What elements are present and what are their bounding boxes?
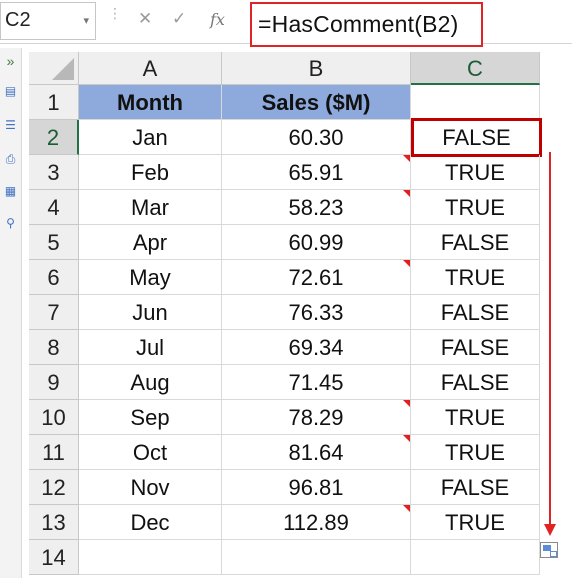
cell-b13-value: 112.89 bbox=[283, 510, 349, 535]
cell-b5[interactable]: 60.99 bbox=[222, 225, 411, 260]
cell-c3[interactable]: TRUE bbox=[411, 155, 540, 190]
cell-a7[interactable]: Jun bbox=[79, 295, 222, 330]
cell-c5[interactable]: FALSE bbox=[411, 225, 540, 260]
cell-a5[interactable]: Apr bbox=[79, 225, 222, 260]
cell-b7[interactable]: 76.33 bbox=[222, 295, 411, 330]
cell-a3[interactable]: Feb bbox=[79, 155, 222, 190]
cell-a1[interactable]: Month bbox=[79, 85, 222, 120]
autofill-options-icon[interactable] bbox=[540, 542, 558, 558]
comment-indicator[interactable] bbox=[403, 400, 410, 407]
column-header-a[interactable]: A bbox=[79, 52, 222, 85]
select-all-corner[interactable] bbox=[29, 52, 79, 85]
cell-a9[interactable]: Aug bbox=[79, 365, 222, 400]
row-header-7[interactable]: 7 bbox=[29, 295, 79, 330]
expand-chevron-icon[interactable]: » bbox=[2, 54, 19, 68]
cell-b9[interactable]: 71.45 bbox=[222, 365, 411, 400]
cell-a6[interactable]: May bbox=[79, 260, 222, 295]
cell-b12[interactable]: 96.81 bbox=[222, 470, 411, 505]
cell-c2[interactable]: FALSE bbox=[411, 118, 542, 157]
name-box[interactable]: C2 ▾ bbox=[0, 2, 96, 40]
comment-indicator[interactable] bbox=[403, 155, 410, 162]
cell-b3[interactable]: 65.91 bbox=[222, 155, 411, 190]
cell-b8[interactable]: 69.34 bbox=[222, 330, 411, 365]
checkmark-icon[interactable]: ✓ bbox=[172, 9, 186, 29]
cell-c8[interactable]: FALSE bbox=[411, 330, 540, 365]
cell-b6[interactable]: 72.61 bbox=[222, 260, 411, 295]
cell-a8[interactable]: Jul bbox=[79, 330, 222, 365]
cell-b4[interactable]: 58.23 bbox=[222, 190, 411, 225]
chevron-down-icon[interactable]: ▾ bbox=[83, 14, 89, 27]
cell-b10-value: 78.29 bbox=[288, 405, 344, 430]
cell-c10[interactable]: TRUE bbox=[411, 400, 540, 435]
cell-a4[interactable]: Mar bbox=[79, 190, 222, 225]
row-header-13[interactable]: 13 bbox=[29, 505, 79, 540]
cell-b10[interactable]: 78.29 bbox=[222, 400, 411, 435]
formula-input[interactable]: =HasComment(B2) bbox=[250, 2, 483, 47]
cell-b3-value: 65.91 bbox=[288, 160, 344, 185]
cancel-icon[interactable]: ✕ bbox=[138, 9, 152, 29]
cell-a11[interactable]: Oct bbox=[79, 435, 222, 470]
cell-b14[interactable] bbox=[222, 540, 411, 575]
cell-a14[interactable] bbox=[79, 540, 222, 575]
cell-b11[interactable]: 81.64 bbox=[222, 435, 411, 470]
print-icon[interactable]: ⎙ bbox=[2, 152, 19, 166]
formula-bar: C2 ▾ ⋮ ✕ ✓ fx =HasComment(B2) bbox=[0, 0, 572, 47]
cell-b6-value: 72.61 bbox=[288, 265, 344, 290]
row-header-4[interactable]: 4 bbox=[29, 190, 79, 225]
row-header-3[interactable]: 3 bbox=[29, 155, 79, 190]
row-header-6[interactable]: 6 bbox=[29, 260, 79, 295]
cell-b13[interactable]: 112.89 bbox=[222, 505, 411, 540]
row-header-10[interactable]: 10 bbox=[29, 400, 79, 435]
cell-b2[interactable]: 60.30 bbox=[222, 120, 411, 155]
comment-indicator[interactable] bbox=[403, 435, 410, 442]
row-header-5[interactable]: 5 bbox=[29, 225, 79, 260]
cell-a12[interactable]: Nov bbox=[79, 470, 222, 505]
arrow-down-icon bbox=[549, 152, 551, 526]
cell-c14[interactable] bbox=[411, 540, 540, 575]
cell-c11[interactable]: TRUE bbox=[411, 435, 540, 470]
row-header-1[interactable]: 1 bbox=[29, 85, 79, 120]
grid-icon[interactable]: ▦ bbox=[2, 184, 19, 198]
row-header-14[interactable]: 14 bbox=[29, 540, 79, 575]
row-header-12[interactable]: 12 bbox=[29, 470, 79, 505]
comment-indicator[interactable] bbox=[403, 260, 410, 267]
cell-a10[interactable]: Sep bbox=[79, 400, 222, 435]
cell-c1[interactable] bbox=[411, 85, 540, 120]
comment-indicator[interactable] bbox=[403, 505, 410, 512]
formula-bar-grip: ⋮ bbox=[108, 5, 122, 21]
row-header-2[interactable]: 2 bbox=[29, 120, 79, 155]
name-box-value: C2 bbox=[5, 9, 31, 31]
row-header-8[interactable]: 8 bbox=[29, 330, 79, 365]
arrow-down-icon-head bbox=[544, 524, 556, 536]
cell-b11-value: 81.64 bbox=[288, 440, 344, 465]
side-toolbar: » ▤ ☰ ⎙ ▦ ⚲ bbox=[0, 48, 22, 578]
cell-b4-value: 58.23 bbox=[288, 195, 344, 220]
comment-indicator[interactable] bbox=[403, 190, 410, 197]
column-header-c[interactable]: C bbox=[411, 52, 540, 85]
row-header-11[interactable]: 11 bbox=[29, 435, 79, 470]
cell-c6[interactable]: TRUE bbox=[411, 260, 540, 295]
table-icon[interactable]: ▤ bbox=[2, 84, 19, 98]
select-all-triangle bbox=[52, 58, 74, 80]
insert-function-icon[interactable]: fx bbox=[210, 10, 225, 29]
row-header-9[interactable]: 9 bbox=[29, 365, 79, 400]
cell-b1[interactable]: Sales ($M) bbox=[222, 85, 411, 120]
autofill-options-icon-outline bbox=[550, 551, 557, 557]
cell-c7[interactable]: FALSE bbox=[411, 295, 540, 330]
cell-c13[interactable]: TRUE bbox=[411, 505, 540, 540]
cell-a2[interactable]: Jan bbox=[79, 120, 222, 155]
column-header-b[interactable]: B bbox=[222, 52, 411, 85]
cell-a13[interactable]: Dec bbox=[79, 505, 222, 540]
formula-text: =HasComment(B2) bbox=[258, 11, 459, 37]
list-icon[interactable]: ☰ bbox=[2, 118, 19, 132]
cell-c9[interactable]: FALSE bbox=[411, 365, 540, 400]
binoculars-icon[interactable]: ⚲ bbox=[2, 216, 19, 230]
cell-c12[interactable]: FALSE bbox=[411, 470, 540, 505]
cell-c4[interactable]: TRUE bbox=[411, 190, 540, 225]
